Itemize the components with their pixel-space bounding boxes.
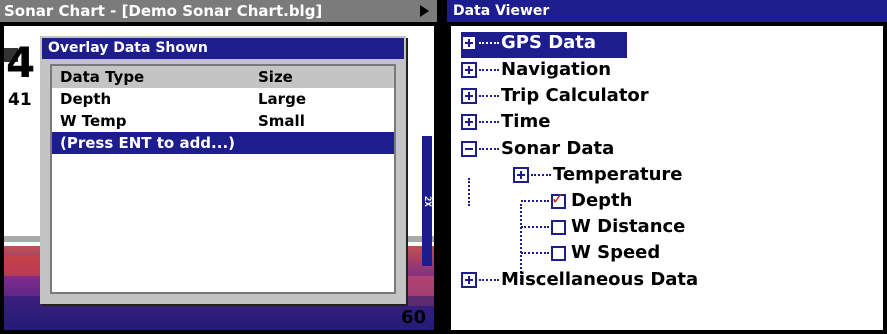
data-tree: GPS Data Navigation Trip Calculator Time… <box>451 26 883 330</box>
sonar-window-title: Sonar Chart - [Demo Sonar Chart.blg] <box>4 2 323 20</box>
tree-item-w-speed[interactable]: W Speed <box>521 242 660 268</box>
tree-item-time[interactable]: Time <box>461 111 550 137</box>
list-header: Data Type Size <box>52 66 394 88</box>
tree-label: GPS Data <box>501 32 597 53</box>
expand-icon[interactable] <box>461 35 477 51</box>
tree-item-navigation[interactable]: Navigation <box>461 59 611 85</box>
zoom-bar[interactable]: 2X 4X <box>412 136 432 266</box>
overlay-data-dialog: Overlay Data Shown Data Type Size Depth … <box>40 36 406 304</box>
list-item[interactable]: Depth Large <box>52 88 394 110</box>
expand-icon[interactable] <box>461 88 477 104</box>
tree-label: W Distance <box>571 216 686 237</box>
tree-connector <box>468 178 470 206</box>
overlay-data-list: Data Type Size Depth Large W Temp Small … <box>50 64 396 294</box>
checkbox-checked[interactable]: ✓ <box>551 189 566 209</box>
checkmark-icon: ✓ <box>551 188 565 208</box>
checkbox-unchecked[interactable] <box>551 245 566 261</box>
tree-label: Time <box>501 111 551 132</box>
tree-label: Temperature <box>553 164 683 185</box>
collapse-icon[interactable] <box>461 141 477 157</box>
depth-small-readout: 41 <box>8 90 32 110</box>
add-item-label: (Press ENT to add...) <box>60 134 235 152</box>
tree-item-miscellaneous-data[interactable]: Miscellaneous Data <box>461 269 698 295</box>
zoom-label-2x: 2X <box>422 195 432 207</box>
tree-label: W Speed <box>571 242 661 263</box>
tree-label: Trip Calculator <box>501 85 649 106</box>
checkbox-unchecked[interactable] <box>551 219 566 235</box>
dialog-title: Overlay Data Shown <box>42 38 404 59</box>
depth-large-readout: 4 <box>6 38 36 87</box>
item-size: Small <box>258 112 305 130</box>
add-item-row[interactable]: (Press ENT to add...) <box>52 132 394 154</box>
column-header-size: Size <box>258 68 293 86</box>
tree-item-w-distance[interactable]: W Distance <box>521 216 685 242</box>
sonar-window-titlebar: Sonar Chart - [Demo Sonar Chart.blg] <box>0 0 437 22</box>
item-data-type: Depth <box>60 90 112 108</box>
tree-item-depth[interactable]: ✓ Depth <box>521 189 633 216</box>
tree-label: Sonar Data <box>501 138 615 159</box>
expand-icon[interactable] <box>461 114 477 130</box>
tree-item-temperature[interactable]: Temperature <box>513 164 682 190</box>
tree-item-trip-calculator[interactable]: Trip Calculator <box>461 85 649 111</box>
data-viewer-window: Data Viewer GPS Data Navigation Trip Cal… <box>447 0 887 334</box>
play-arrow-icon[interactable] <box>420 5 429 17</box>
tree-item-gps-data[interactable]: GPS Data <box>461 32 627 58</box>
data-viewer-title: Data Viewer <box>447 0 887 22</box>
list-item[interactable]: W Temp Small <box>52 110 394 132</box>
item-size: Large <box>258 90 306 108</box>
zoom-label-4x: 4X <box>412 195 422 207</box>
tree-label: Miscellaneous Data <box>501 269 699 290</box>
expand-icon[interactable] <box>461 272 477 288</box>
expand-icon[interactable] <box>513 167 529 183</box>
expand-icon[interactable] <box>461 62 477 78</box>
column-header-data-type: Data Type <box>60 68 145 86</box>
item-data-type: W Temp <box>60 112 127 130</box>
tree-label: Navigation <box>501 59 612 80</box>
tree-label: Depth <box>571 190 633 211</box>
bottom-depth-scale: 60 <box>400 307 426 328</box>
tree-item-sonar-data[interactable]: Sonar Data <box>461 138 614 164</box>
sonar-chart-window: Sonar Chart - [Demo Sonar Chart.blg] 4 4… <box>0 0 437 334</box>
